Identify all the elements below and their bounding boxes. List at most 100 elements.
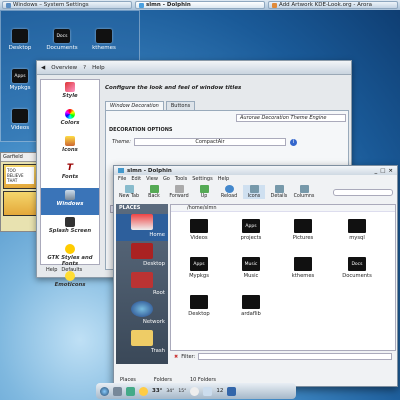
help-link[interactable]: Help — [92, 65, 105, 71]
folder-icon — [12, 29, 28, 43]
menu-file[interactable]: File — [118, 176, 126, 182]
settings-bottom-bar: Help Defaults — [40, 265, 100, 275]
file-label: Music — [243, 273, 259, 279]
file-item[interactable]: Apps projects — [233, 219, 269, 241]
file-label: mysql — [349, 235, 365, 241]
reload-icon — [224, 185, 234, 193]
trash-icon — [131, 330, 153, 346]
search-input[interactable] — [333, 188, 393, 196]
pager-icon[interactable] — [113, 386, 122, 396]
folder-icon: Docs — [54, 29, 70, 43]
file-item[interactable]: kthemes — [285, 257, 321, 279]
tray-icon[interactable] — [227, 386, 237, 396]
place-home[interactable]: Home — [116, 214, 168, 241]
module-icons[interactable]: Icons — [41, 134, 99, 161]
minimize-icon[interactable]: _ — [374, 168, 377, 174]
desktop-icon-videos[interactable]: Videos — [3, 109, 37, 131]
module-style[interactable]: Style — [41, 80, 99, 107]
task-dolphin[interactable]: slmn - Dolphin — [135, 1, 265, 9]
desktop-icon — [131, 243, 153, 259]
tab-buttons[interactable]: Buttons — [165, 101, 196, 110]
menu-go[interactable]: Go — [163, 176, 170, 182]
desktop-icon-label: kthemes — [92, 45, 116, 51]
comic-title: Garfield — [1, 153, 39, 162]
place-label: Root — [152, 290, 165, 296]
app-icon[interactable] — [126, 386, 135, 396]
kde-menu-icon[interactable] — [100, 386, 109, 396]
details-view-button[interactable]: Details — [268, 185, 290, 199]
toolbar-label: Icons — [247, 194, 261, 199]
file-item[interactable]: ardaflib — [233, 295, 269, 317]
task-label: Windows – System Settings — [13, 2, 89, 8]
module-label: Emoticons — [54, 282, 86, 288]
task-label: slmn - Dolphin — [146, 2, 191, 8]
columns-view-button[interactable]: Columns — [293, 185, 315, 199]
place-network[interactable]: Network — [116, 301, 168, 328]
toolbar-label: Details — [270, 194, 288, 199]
up-button[interactable]: Up — [193, 185, 215, 199]
desktop-icon-kthemes[interactable]: kthemes — [87, 29, 121, 51]
weather-icon — [139, 386, 148, 396]
file-item[interactable]: Pictures — [285, 219, 321, 241]
comic-panel: TOO BELIEVE THAT — [3, 164, 37, 189]
file-item[interactable]: Music Music — [233, 257, 269, 279]
module-label: Splash Screen — [48, 228, 92, 234]
module-label: Icons — [62, 147, 78, 153]
theme-select[interactable]: CompactAir — [134, 138, 286, 146]
folder-icon — [190, 219, 208, 233]
menu-edit[interactable]: Edit — [131, 176, 141, 182]
folder-icon — [294, 257, 312, 271]
breadcrumb[interactable]: /home/slmn — [171, 205, 395, 212]
back-arrow-icon — [149, 185, 159, 193]
info-icon[interactable]: i — [290, 139, 297, 146]
file-item[interactable]: Apps Mypkgs — [181, 257, 217, 279]
columns-view-icon — [299, 185, 309, 193]
icons-view-button[interactable]: Icons — [243, 185, 265, 199]
place-trash[interactable]: Trash — [116, 330, 168, 357]
desktop-icon-documents[interactable]: Docs Documents — [45, 29, 79, 51]
task-system-settings[interactable]: Windows – System Settings — [2, 1, 132, 9]
temperature: 33° — [152, 388, 163, 394]
new-tab-button[interactable]: New Tab — [118, 185, 140, 199]
module-splash[interactable]: Splash Screen — [41, 215, 99, 242]
close-icon[interactable]: × — [388, 168, 393, 174]
folder-icon — [96, 29, 112, 43]
back-icon[interactable]: ◀ — [41, 65, 45, 71]
task-arora[interactable]: Add Artwork KDE-Look.org - Arora — [268, 1, 398, 9]
tab-window-decoration[interactable]: Window Decoration — [105, 101, 164, 110]
place-desktop[interactable]: Desktop — [116, 243, 168, 270]
details-view-icon — [274, 185, 284, 193]
defaults-button[interactable]: Defaults — [61, 267, 82, 273]
file-item[interactable]: Videos — [181, 219, 217, 241]
menu-help[interactable]: Help — [218, 176, 229, 182]
help-button[interactable]: Help — [46, 267, 57, 273]
menu-tools[interactable]: Tools — [175, 176, 187, 182]
folder-icon: Docs — [348, 257, 366, 271]
module-fonts[interactable]: T Fonts — [41, 161, 99, 188]
overview-button[interactable]: Overview — [51, 65, 77, 71]
maximize-icon[interactable]: □ — [380, 168, 385, 174]
desktop-icon-label: Videos — [10, 125, 30, 131]
dolphin-toolbar: New Tab Back Forward Up Reload Icons Det… — [114, 183, 397, 201]
browser-icon — [272, 2, 277, 8]
menu-settings[interactable]: Settings — [192, 176, 213, 182]
forward-button[interactable]: Forward — [168, 185, 190, 199]
splash-icon — [65, 217, 75, 227]
file-label: Videos — [190, 235, 208, 241]
desktop-icon-mypkgs[interactable]: Apps Mypkgs — [3, 69, 37, 91]
file-item[interactable]: mysql — [339, 219, 375, 241]
file-item[interactable]: Desktop — [181, 295, 217, 317]
engine-select[interactable]: Aurorae Decoration Theme Engine — [236, 114, 346, 122]
desktop-icon-desktop[interactable]: Desktop — [3, 29, 37, 51]
file-item[interactable]: Docs Documents — [339, 257, 375, 279]
place-root[interactable]: Root — [116, 272, 168, 299]
module-colors[interactable]: Colors — [41, 107, 99, 134]
root-icon — [131, 272, 153, 288]
clear-filter-icon[interactable]: ✖ — [174, 354, 178, 360]
module-windows[interactable]: Windows — [41, 188, 99, 215]
reload-button[interactable]: Reload — [218, 185, 240, 199]
back-button[interactable]: Back — [143, 185, 165, 199]
filter-input[interactable] — [198, 353, 392, 360]
menu-view[interactable]: View — [146, 176, 158, 182]
toolbar-label: Back — [148, 194, 160, 199]
